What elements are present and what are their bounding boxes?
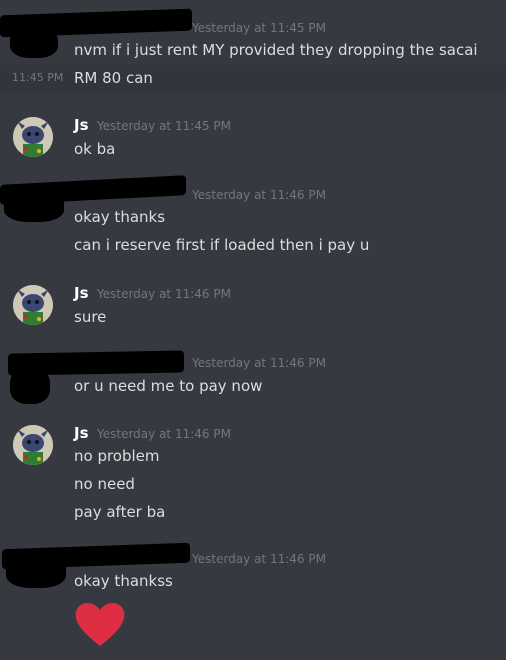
username[interactable]: Js (74, 116, 89, 134)
user-avatar[interactable] (13, 285, 53, 325)
message-text: or u need me to pay now (74, 377, 263, 395)
message-text: okay thanks (74, 208, 166, 226)
message-text: no need (74, 475, 135, 493)
message-text: nvm if i just rent MY provided they drop… (74, 41, 478, 59)
redacted-avatar-3 (10, 368, 50, 404)
redacted-avatar-2 (4, 192, 64, 222)
stitch-avatar-icon (13, 425, 53, 465)
message-timestamp: Yesterday at 11:46 PM (192, 188, 326, 202)
stitch-avatar-icon (13, 285, 53, 325)
message-text: okay thankss (74, 572, 173, 590)
hover-timestamp: 11:45 PM (12, 71, 64, 84)
username[interactable]: Js (74, 284, 89, 302)
redacted-avatar-1 (10, 28, 58, 58)
message-timestamp: Yesterday at 11:45 PM (192, 21, 326, 35)
message-text: sure (74, 308, 107, 326)
message-text: RM 80 can (74, 69, 153, 87)
message-timestamp: Yesterday at 11:46 PM (192, 356, 326, 370)
stitch-avatar-icon (13, 117, 53, 157)
message-timestamp: Yesterday at 11:45 PM (97, 119, 231, 133)
message-text: pay after ba (74, 503, 166, 521)
message-text: can i reserve first if loaded then i pay… (74, 236, 370, 254)
message-text: no problem (74, 447, 160, 465)
user-avatar[interactable] (13, 425, 53, 465)
user-avatar[interactable] (13, 117, 53, 157)
message-timestamp: Yesterday at 11:46 PM (97, 287, 231, 301)
heart-emoji-icon[interactable] (72, 596, 128, 652)
username[interactable]: Js (74, 424, 89, 442)
message-text: ok ba (74, 140, 116, 158)
redacted-avatar-4 (6, 556, 66, 588)
chat-messages: Yesterday at 11:45 PM nvm if i just rent… (0, 0, 506, 660)
message-timestamp: Yesterday at 11:46 PM (192, 552, 326, 566)
message-timestamp: Yesterday at 11:46 PM (97, 427, 231, 441)
